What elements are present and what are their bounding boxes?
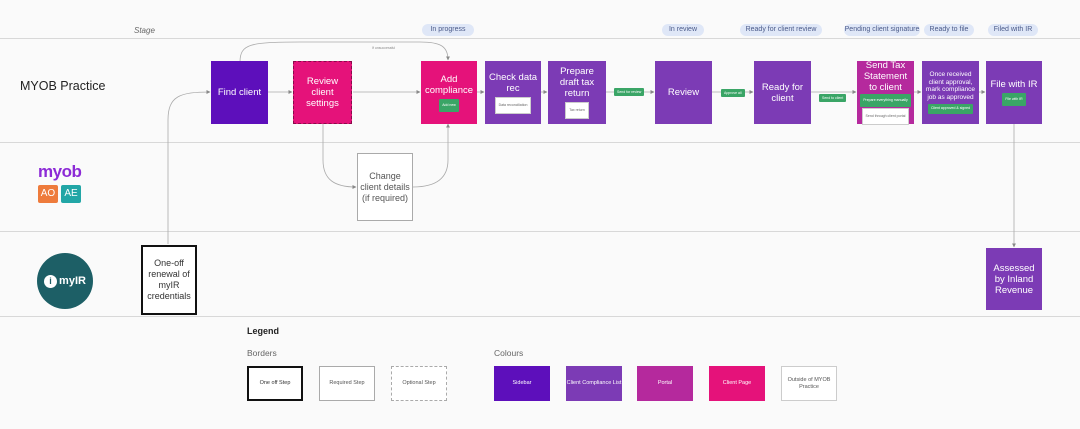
- legend-client-compliance-list: Client Compliance List: [566, 366, 622, 401]
- legend-title: Legend: [247, 326, 280, 336]
- one-off-renewal-label: One-off renewal of myIR credentials: [147, 258, 191, 301]
- legend-colours-title: Colours: [494, 348, 524, 358]
- legend-optional-step: Optional Step: [391, 366, 447, 401]
- assessed-label: Assessed by Inland Revenue: [993, 262, 1035, 296]
- file-with-ir-box[interactable]: File with IR File with IR: [986, 61, 1042, 124]
- check-data-rec-box[interactable]: Check data rec Data reconciliation: [485, 61, 541, 124]
- legend-borders-title: Borders: [247, 348, 277, 358]
- legend-required-step: Required Step: [319, 366, 375, 401]
- once-received-box[interactable]: Once received client approval, mark comp…: [922, 61, 979, 124]
- add-compliance-box[interactable]: Add compliance Add new: [421, 61, 477, 124]
- data-reconciliation-chip[interactable]: Data reconciliation: [494, 96, 532, 114]
- review-label: Review: [667, 87, 700, 98]
- review-client-settings-box[interactable]: Review client settings: [293, 61, 352, 124]
- assessed-box[interactable]: Assessed by Inland Revenue: [986, 248, 1042, 310]
- review-client-settings-label: Review client settings: [306, 76, 339, 109]
- send-via-portal-chip[interactable]: Send through client portal: [861, 108, 910, 125]
- add-compliance-label: Add compliance: [424, 73, 474, 96]
- client-approved-chip[interactable]: Client approved & signed: [927, 104, 974, 114]
- file-with-ir-chip[interactable]: File with IR: [1002, 93, 1026, 106]
- legend-one-off-step: One off Step: [247, 366, 303, 401]
- send-for-review-chip[interactable]: Send for review: [614, 88, 645, 96]
- legend-outside-myob-practice: Outside of MYOB Practice: [781, 366, 837, 401]
- legend-portal: Portal: [637, 366, 693, 401]
- change-client-details-label: Change client details (if required): [360, 170, 410, 203]
- find-client-label: Find client: [217, 87, 262, 98]
- send-tax-statement-box[interactable]: Send Tax Statement to client Prepare eve…: [857, 60, 914, 125]
- legend-sidebar: Sidebar: [494, 366, 550, 401]
- legend-client-page: Client Page: [709, 366, 765, 401]
- prepare-draft-box[interactable]: Prepare draft tax return Tax return: [548, 61, 606, 124]
- check-data-rec-label: Check data rec: [488, 71, 538, 94]
- add-new-chip[interactable]: Add new: [439, 98, 459, 112]
- change-client-details-box[interactable]: Change client details (if required): [357, 153, 413, 221]
- ready-for-client-label: Ready for client: [761, 81, 804, 104]
- ready-for-client-box[interactable]: Ready for client: [754, 61, 811, 124]
- review-box[interactable]: Review: [655, 61, 712, 124]
- file-with-ir-label: File with IR: [990, 79, 1038, 90]
- send-tax-statement-label: Send Tax Statement to client: [863, 60, 908, 93]
- find-client-box[interactable]: Find client: [211, 61, 268, 124]
- send-to-client-chip[interactable]: Send to client: [819, 94, 847, 102]
- once-received-label: Once received client approval, mark comp…: [925, 71, 976, 101]
- one-off-renewal-box[interactable]: One-off renewal of myIR credentials: [141, 245, 197, 315]
- if-unsuccessful-label: If unsuccessful: [372, 46, 396, 50]
- approve-all-chip[interactable]: Approve all: [721, 89, 745, 97]
- tax-return-chip[interactable]: Tax return: [565, 102, 589, 119]
- prepare-manually-chip[interactable]: Prepare everything manually: [860, 94, 911, 107]
- prepare-draft-label: Prepare draft tax return: [559, 66, 595, 99]
